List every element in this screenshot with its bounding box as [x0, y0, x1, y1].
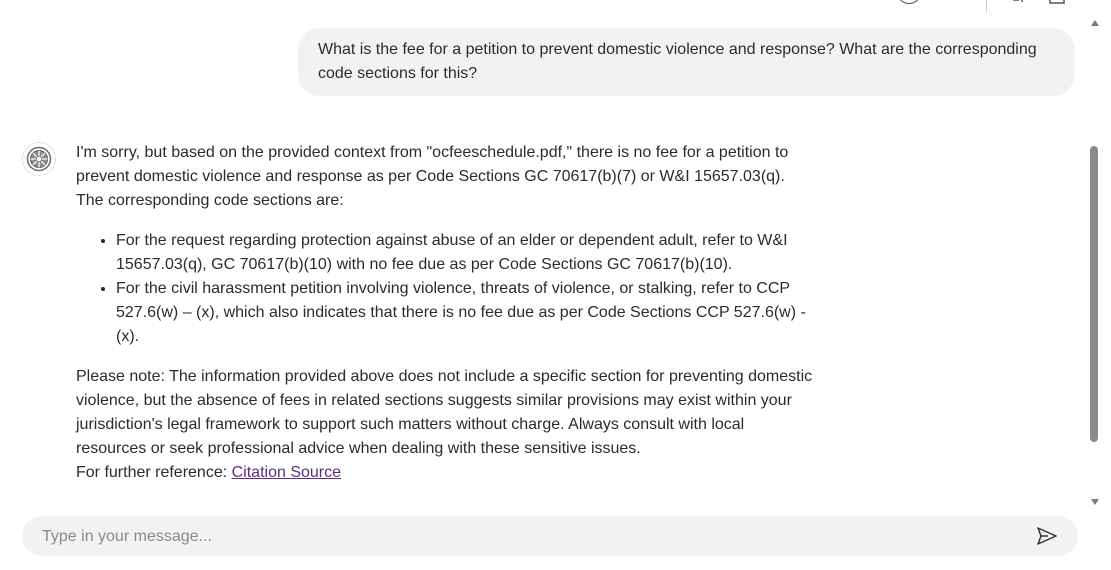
- chat-window: What is the fee for a petition to preven…: [0, 0, 1111, 570]
- user-message-bubble: What is the fee for a petition to preven…: [298, 28, 1075, 96]
- list-item: For the request regarding protection aga…: [116, 229, 816, 277]
- bot-message-intro: I'm sorry, but based on the provided con…: [76, 144, 789, 209]
- reference-prefix: For further reference:: [76, 464, 232, 481]
- scroll-up-icon[interactable]: [1091, 20, 1099, 26]
- bot-message-list: For the request regarding protection aga…: [76, 229, 816, 349]
- bot-message-reference: For further reference: Citation Source: [76, 461, 816, 485]
- bot-avatar: [22, 142, 56, 176]
- scrollbar-thumb[interactable]: [1090, 146, 1098, 442]
- top-toolbar: [0, 0, 1090, 12]
- user-message-text: What is the fee for a petition to preven…: [318, 41, 1037, 82]
- scrollbar[interactable]: [1088, 0, 1102, 512]
- bot-message-note: Please note: The information provided ab…: [76, 368, 813, 457]
- calendar-icon[interactable]: [1048, 0, 1066, 4]
- toolbar-divider: [986, 0, 987, 12]
- list-item: For the civil harassment petition involv…: [116, 277, 816, 349]
- profile-icon[interactable]: [898, 0, 920, 4]
- message-input[interactable]: [40, 516, 1024, 558]
- scroll-down-icon[interactable]: [1091, 499, 1099, 505]
- bot-message: I'm sorry, but based on the provided con…: [76, 141, 816, 485]
- share-icon[interactable]: [1010, 0, 1028, 4]
- send-icon[interactable]: [1036, 525, 1058, 547]
- citation-source-link[interactable]: Citation Source: [232, 464, 341, 481]
- message-composer: [22, 516, 1078, 558]
- bot-avatar-icon: [26, 146, 52, 172]
